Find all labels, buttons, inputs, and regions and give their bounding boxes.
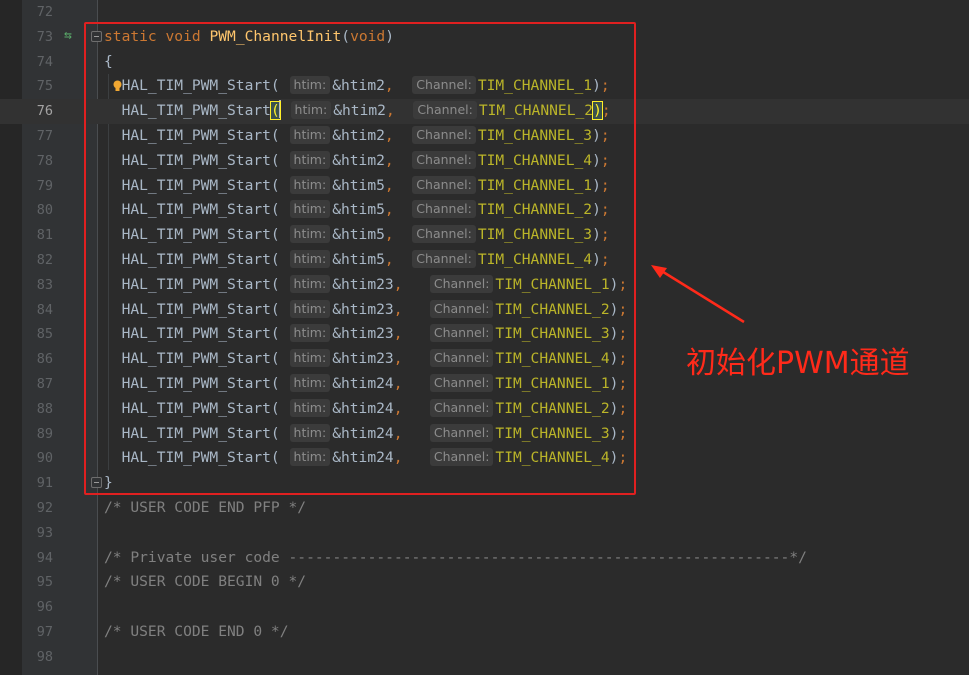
code-line[interactable]: 94 /* Private user code -----------------… [0, 546, 969, 571]
line-number: 81 [36, 227, 53, 244]
line-number: 87 [36, 376, 53, 392]
code-editor[interactable]: 72 73 static void PWM_ChannelInit(void) 74{… [0, 0, 969, 675]
code-line[interactable]: 93 [0, 521, 969, 546]
line-number: 78 [36, 152, 53, 169]
line-number: 73 [36, 28, 53, 45]
code-line[interactable]: 92 /* USER CODE END PFP */ [0, 496, 969, 521]
line-number: 86 [36, 351, 53, 368]
code-text[interactable]: /* USER CODE BEGIN 0 */ [104, 570, 306, 595]
line-number: 91 [36, 475, 53, 492]
line-number: 95 [36, 574, 53, 591]
code-line[interactable]: 98 [0, 645, 969, 670]
line-number: 80 [36, 202, 53, 219]
line-number: 74 [36, 53, 53, 70]
line-number: 90 [36, 450, 53, 467]
line-number: 77 [36, 128, 53, 144]
line-number: 72 [36, 4, 53, 20]
annotation-highlight-box [84, 22, 636, 495]
line-number: 93 [36, 524, 53, 541]
code-line[interactable]: 97 /* USER CODE END 0 */ [0, 620, 969, 645]
code-text[interactable]: /* USER CODE END PFP */ [104, 496, 306, 521]
annotation-label: 初始化PWM通道 [686, 346, 910, 381]
code-line[interactable]: 95 /* USER CODE BEGIN 0 */ [0, 570, 969, 595]
line-number: 97 [36, 624, 53, 640]
line-number: 83 [36, 276, 53, 293]
code-text[interactable]: /* Private user code -------------------… [104, 546, 807, 571]
line-number: 89 [36, 425, 53, 442]
line-number: 94 [36, 549, 53, 566]
line-number: 79 [36, 177, 53, 194]
line-number: 92 [36, 500, 53, 516]
implementation-arrows-icon[interactable]: ⇆ [64, 29, 80, 43]
line-number: 82 [36, 252, 53, 268]
line-number: 75 [36, 78, 53, 95]
line-number: 76 [36, 103, 53, 120]
line-number: 88 [36, 400, 53, 417]
line-number: 84 [36, 301, 53, 318]
line-number: 98 [36, 648, 53, 665]
line-number: 85 [36, 326, 53, 343]
line-number: 96 [36, 599, 53, 616]
code-text[interactable]: /* USER CODE END 0 */ [104, 620, 289, 645]
code-line[interactable]: 96 [0, 595, 969, 620]
